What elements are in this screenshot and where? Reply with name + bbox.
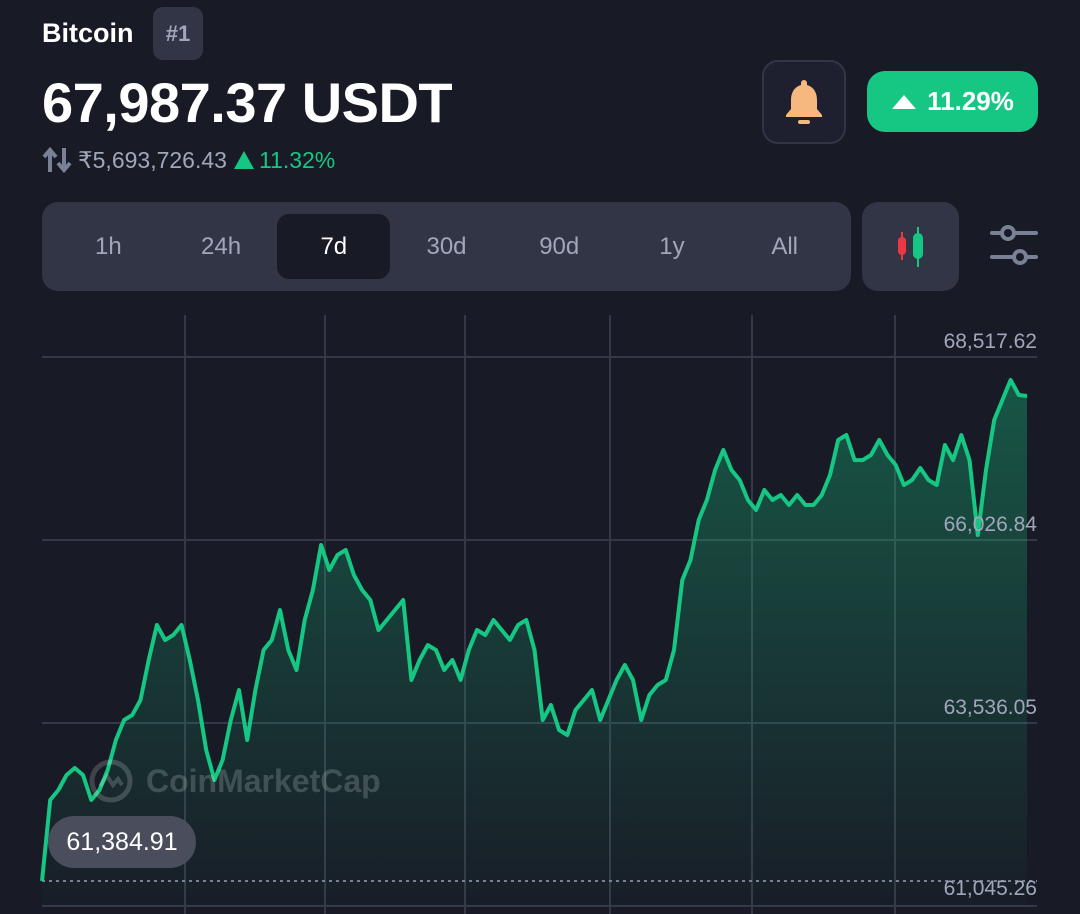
coin-name: Bitcoin [42,18,134,48]
change-value: 11.29% [927,86,1014,116]
tab-1y[interactable]: 1y [616,214,729,279]
inr-price-row: ₹5,693,726.43 11.32% [42,146,335,174]
sliders-icon [990,225,1038,265]
y-tick-label: 63,536.05 [943,696,1037,719]
tab-all[interactable]: All [728,214,841,279]
tab-7d[interactable]: 7d [277,214,391,279]
y-tick-label: 61,045.26 [943,877,1037,900]
triangle-up-icon [892,94,917,109]
rank-badge: #1 [153,7,203,60]
min-price-label: 61,384.91 [48,816,196,868]
tab-90d[interactable]: 90d [503,214,616,279]
chart-settings-button[interactable] [990,225,1038,272]
inr-price: ₹5,693,726.43 [78,146,227,173]
change-badge: 11.29% [867,71,1038,132]
candlestick-icon [897,226,923,267]
swap-arrows-icon[interactable] [42,146,72,174]
tab-1h[interactable]: 1h [52,214,165,279]
candlestick-toggle-button[interactable] [862,202,959,291]
y-tick-label: 66,026.84 [943,513,1037,536]
coinmarketcap-logo-icon [89,759,133,803]
tab-24h[interactable]: 24h [165,214,278,279]
coin-price: 67,987.37 USDT [42,71,453,134]
bell-icon [786,80,822,124]
tab-30d[interactable]: 30d [390,214,503,279]
inr-change-value: 11.32% [258,146,336,173]
y-tick-label: 68,517.62 [943,330,1037,353]
inr-change: 11.32% [233,147,335,174]
price-alert-button[interactable] [762,60,846,144]
watermark: CoinMarketCap [88,758,381,804]
timeframe-tabs: 1h 24h 7d 30d 90d 1y All [42,202,851,291]
watermark-text: CoinMarketCap [146,762,381,799]
triangle-up-icon [233,151,254,169]
